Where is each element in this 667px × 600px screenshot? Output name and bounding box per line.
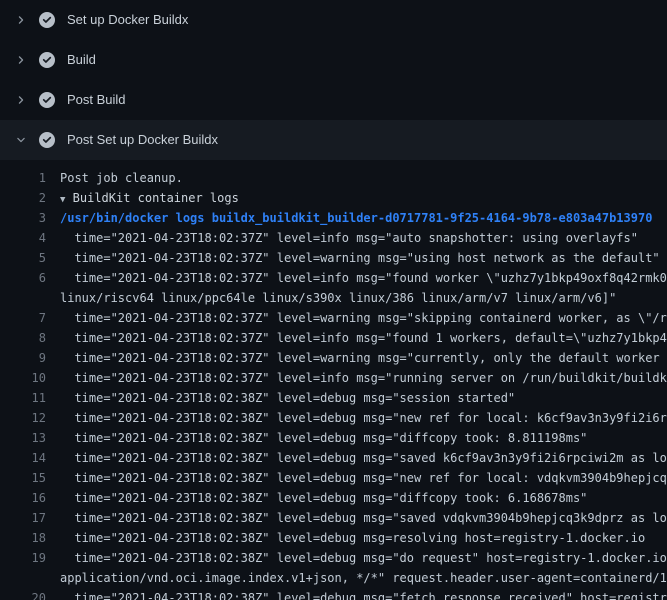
check-circle-icon	[39, 52, 55, 68]
line-number[interactable]: 3	[0, 208, 46, 228]
line-number[interactable]: 18	[0, 528, 46, 548]
log-line: 12 time="2021-04-23T18:02:38Z" level=deb…	[0, 408, 667, 428]
log-line: 19 time="2021-04-23T18:02:38Z" level=deb…	[0, 548, 667, 568]
log-text: time="2021-04-23T18:02:37Z" level=info m…	[46, 328, 667, 348]
log-line: 9 time="2021-04-23T18:02:37Z" level=warn…	[0, 348, 667, 368]
log-text: time="2021-04-23T18:02:38Z" level=debug …	[46, 448, 667, 468]
log-text: time="2021-04-23T18:02:38Z" level=debug …	[46, 508, 667, 528]
chevron-right-icon[interactable]	[14, 53, 28, 67]
log-line: 8 time="2021-04-23T18:02:37Z" level=info…	[0, 328, 667, 348]
line-number[interactable]: 5	[0, 248, 46, 268]
chevron-right-icon[interactable]	[14, 93, 28, 107]
log-text: time="2021-04-23T18:02:38Z" level=debug …	[46, 488, 667, 508]
step-label: Post Build	[67, 80, 126, 120]
line-number[interactable]: 10	[0, 368, 46, 388]
log-text: linux/riscv64 linux/ppc64le linux/s390x …	[46, 288, 667, 308]
log-text: time="2021-04-23T18:02:38Z" level=debug …	[46, 388, 667, 408]
line-number[interactable]: 4	[0, 228, 46, 248]
log-line: application/vnd.oci.image.index.v1+json,…	[0, 568, 667, 588]
log-text: time="2021-04-23T18:02:37Z" level=info m…	[46, 368, 667, 388]
log-text: time="2021-04-23T18:02:37Z" level=info m…	[46, 228, 667, 248]
log-line: 5 time="2021-04-23T18:02:37Z" level=warn…	[0, 248, 667, 268]
step-row-4[interactable]: Post Set up Docker Buildx	[0, 120, 667, 160]
log-text: time="2021-04-23T18:02:37Z" level=warnin…	[46, 348, 667, 368]
log-text: time="2021-04-23T18:02:38Z" level=debug …	[46, 468, 667, 488]
log-line: 18 time="2021-04-23T18:02:38Z" level=deb…	[0, 528, 667, 548]
log-line: 20 time="2021-04-23T18:02:38Z" level=deb…	[0, 588, 667, 600]
step-label: Set up Docker Buildx	[67, 0, 188, 40]
log-line: 16 time="2021-04-23T18:02:38Z" level=deb…	[0, 488, 667, 508]
log-command-text: /usr/bin/docker logs buildx_buildkit_bui…	[46, 208, 667, 228]
log-text: application/vnd.oci.image.index.v1+json,…	[46, 568, 667, 588]
log-line: 7 time="2021-04-23T18:02:37Z" level=warn…	[0, 308, 667, 328]
log-line: linux/riscv64 linux/ppc64le linux/s390x …	[0, 288, 667, 308]
line-number[interactable]: 6	[0, 268, 46, 288]
line-number[interactable]: 20	[0, 588, 46, 600]
log-text: time="2021-04-23T18:02:37Z" level=warnin…	[46, 308, 667, 328]
log-text: Post job cleanup.	[46, 168, 667, 188]
log-text: time="2021-04-23T18:02:38Z" level=debug …	[46, 428, 667, 448]
workflow-log-viewer: Set up Docker BuildxBuildPost BuildPost …	[0, 0, 667, 600]
log-line: 4 time="2021-04-23T18:02:37Z" level=info…	[0, 228, 667, 248]
check-circle-icon	[39, 12, 55, 28]
line-number[interactable]: 2	[0, 188, 46, 208]
chevron-right-icon[interactable]	[14, 13, 28, 27]
line-number[interactable]: 17	[0, 508, 46, 528]
step-label: Build	[67, 40, 96, 80]
log-text: time="2021-04-23T18:02:38Z" level=debug …	[46, 528, 667, 548]
line-number[interactable]: 15	[0, 468, 46, 488]
log-text: time="2021-04-23T18:02:37Z" level=warnin…	[46, 248, 667, 268]
line-number	[0, 568, 46, 588]
log-line: 11 time="2021-04-23T18:02:38Z" level=deb…	[0, 388, 667, 408]
log-line: 14 time="2021-04-23T18:02:38Z" level=deb…	[0, 448, 667, 468]
log-text: ▼ BuildKit container logs	[46, 188, 667, 208]
log-line: 15 time="2021-04-23T18:02:38Z" level=deb…	[0, 468, 667, 488]
line-number[interactable]: 7	[0, 308, 46, 328]
line-number	[0, 288, 46, 308]
check-circle-icon	[39, 132, 55, 148]
group-collapse-icon[interactable]: ▼	[60, 195, 65, 205]
chevron-down-icon[interactable]	[14, 133, 28, 147]
line-number[interactable]: 1	[0, 168, 46, 188]
log-line: 6 time="2021-04-23T18:02:37Z" level=info…	[0, 268, 667, 288]
log-line: 3/usr/bin/docker logs buildx_buildkit_bu…	[0, 208, 667, 228]
log-line: 17 time="2021-04-23T18:02:38Z" level=deb…	[0, 508, 667, 528]
log-lines: 1Post job cleanup.2▼ BuildKit container …	[0, 160, 667, 600]
log-text: time="2021-04-23T18:02:37Z" level=info m…	[46, 268, 667, 288]
step-label: Post Set up Docker Buildx	[67, 120, 218, 160]
step-row-2[interactable]: Build	[0, 40, 667, 80]
log-text: time="2021-04-23T18:02:38Z" level=debug …	[46, 588, 667, 600]
log-line[interactable]: 2▼ BuildKit container logs	[0, 188, 667, 208]
line-number[interactable]: 9	[0, 348, 46, 368]
steps-list: Set up Docker BuildxBuildPost BuildPost …	[0, 0, 667, 160]
log-line: 10 time="2021-04-23T18:02:37Z" level=inf…	[0, 368, 667, 388]
log-line: 1Post job cleanup.	[0, 168, 667, 188]
step-row-1[interactable]: Set up Docker Buildx	[0, 0, 667, 40]
line-number[interactable]: 8	[0, 328, 46, 348]
step-row-3[interactable]: Post Build	[0, 80, 667, 120]
line-number[interactable]: 11	[0, 388, 46, 408]
line-number[interactable]: 16	[0, 488, 46, 508]
log-line: 13 time="2021-04-23T18:02:38Z" level=deb…	[0, 428, 667, 448]
line-number[interactable]: 13	[0, 428, 46, 448]
line-number[interactable]: 12	[0, 408, 46, 428]
check-circle-icon	[39, 92, 55, 108]
line-number[interactable]: 19	[0, 548, 46, 568]
line-number[interactable]: 14	[0, 448, 46, 468]
log-text: time="2021-04-23T18:02:38Z" level=debug …	[46, 408, 667, 428]
log-text: time="2021-04-23T18:02:38Z" level=debug …	[46, 548, 667, 568]
